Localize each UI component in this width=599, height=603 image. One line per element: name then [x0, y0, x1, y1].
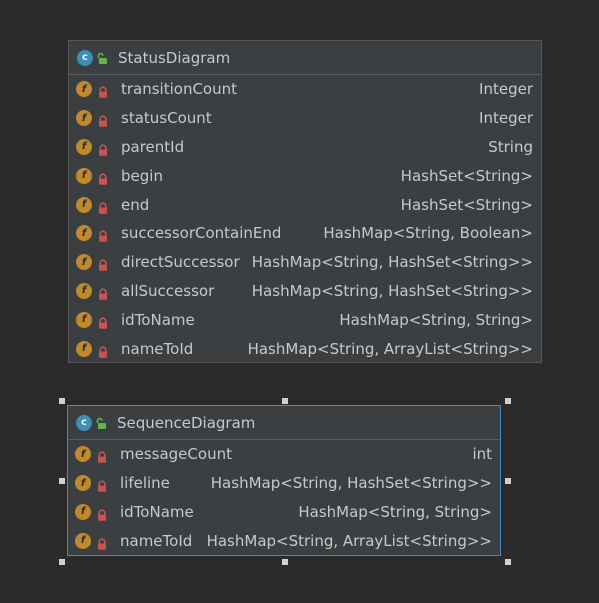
- lock-icon: [96, 535, 108, 550]
- field-name: parentId: [121, 137, 185, 156]
- lock-icon: [97, 112, 109, 127]
- class-icon: c: [77, 49, 93, 66]
- field-type: HashMap<String, HashSet<String>>: [210, 474, 492, 493]
- field-name: successorContainEnd: [121, 224, 282, 243]
- lock-icon: [97, 343, 109, 358]
- field-name: directSuccessor: [121, 253, 240, 272]
- lock-icon: [97, 256, 109, 271]
- resize-handle-bottom-right[interactable]: [505, 559, 511, 565]
- field-type: HashMap<String, Boolean>: [323, 224, 533, 243]
- field-row[interactable]: f allSuccessor HashMap<String, HashSet<Str…: [69, 277, 541, 306]
- resize-handle-top-right[interactable]: [505, 398, 511, 404]
- unlock-icon: [97, 52, 107, 64]
- field-type: int: [472, 445, 492, 464]
- field-icon: f: [75, 503, 91, 520]
- field-name: begin: [121, 166, 163, 185]
- field-name: nameToId: [121, 339, 194, 358]
- field-icon: f: [76, 138, 92, 155]
- lock-icon: [96, 477, 108, 492]
- field-row[interactable]: f messageCount int: [68, 440, 500, 469]
- field-name: allSuccessor: [121, 281, 215, 300]
- field-list: f transitionCount Integer f statusCount Integ…: [69, 75, 541, 363]
- field-type: HashSet<String>: [400, 166, 533, 185]
- field-icon: f: [76, 110, 92, 127]
- field-icon: f: [75, 446, 91, 463]
- resize-handle-right[interactable]: [505, 478, 511, 484]
- field-name: transitionCount: [121, 80, 238, 99]
- field-icon: f: [76, 196, 92, 213]
- resize-handle-bottom-left[interactable]: [59, 559, 65, 565]
- field-type: HashMap<String, HashSet<String>>: [251, 253, 533, 272]
- field-name: messageCount: [120, 445, 232, 464]
- sequence-diagram-class-box[interactable]: c SequenceDiagram f messageCount int f lifel…: [67, 405, 501, 556]
- field-type: HashMap<String, HashSet<String>>: [251, 281, 533, 300]
- field-name: idToName: [120, 502, 194, 521]
- field-name: nameToId: [120, 531, 193, 550]
- field-type: String: [488, 137, 533, 156]
- field-type: HashMap<String, ArrayList<String>>: [206, 531, 492, 550]
- resize-handle-top-left[interactable]: [59, 398, 65, 404]
- field-icon: f: [76, 254, 92, 271]
- field-list: f messageCount int f lifeline HashMap<String,…: [68, 440, 500, 555]
- class-name: StatusDiagram: [118, 48, 231, 67]
- field-row[interactable]: f successorContainEnd HashMap<String, Bool…: [69, 219, 541, 248]
- lock-icon: [97, 314, 109, 329]
- field-row[interactable]: f begin HashSet<String>: [69, 161, 541, 190]
- field-type: Integer: [479, 109, 533, 128]
- field-row[interactable]: f parentId String: [69, 133, 541, 162]
- lock-icon: [97, 227, 109, 243]
- resize-handle-bottom[interactable]: [282, 559, 288, 565]
- lock-icon: [97, 285, 109, 300]
- lock-icon: [96, 448, 108, 464]
- field-type: HashMap<String, String>: [339, 310, 533, 329]
- lock-icon: [97, 141, 109, 156]
- field-row[interactable]: f statusCount Integer: [69, 104, 541, 133]
- field-row[interactable]: f end HashSet<String>: [69, 190, 541, 219]
- field-icon: f: [76, 167, 92, 184]
- class-icon: c: [76, 414, 92, 431]
- field-type: HashMap<String, ArrayList<String>>: [247, 339, 533, 358]
- resize-handle-top[interactable]: [282, 398, 288, 404]
- class-header[interactable]: c StatusDiagram: [69, 41, 541, 75]
- field-name: end: [121, 195, 150, 214]
- field-icon: f: [76, 340, 92, 357]
- field-row[interactable]: f directSuccessor HashMap<String, HashSet<…: [69, 248, 541, 277]
- lock-icon: [97, 83, 109, 99]
- field-type: HashMap<String, String>: [298, 502, 492, 521]
- lock-icon: [97, 170, 109, 185]
- field-row[interactable]: f lifeline HashMap<String, HashSet<String>…: [68, 469, 500, 498]
- field-type: Integer: [479, 80, 533, 99]
- field-row[interactable]: f nameToId HashMap<String, ArrayList<Strin…: [69, 334, 541, 363]
- field-type: HashSet<String>: [400, 195, 533, 214]
- lock-icon: [97, 199, 109, 214]
- lock-icon: [96, 506, 108, 521]
- field-icon: f: [76, 311, 92, 328]
- field-row[interactable]: f transitionCount Integer: [69, 75, 541, 104]
- resize-handle-left[interactable]: [59, 478, 65, 484]
- unlock-icon: [96, 417, 106, 429]
- field-icon: f: [76, 282, 92, 299]
- field-icon: f: [75, 532, 91, 549]
- field-row[interactable]: f nameToId HashMap<String, ArrayList<Strin…: [68, 526, 500, 555]
- field-name: lifeline: [120, 474, 170, 493]
- class-header[interactable]: c SequenceDiagram: [68, 406, 500, 440]
- field-icon: f: [76, 225, 92, 242]
- field-row[interactable]: f idToName HashMap<String, String>: [69, 305, 541, 334]
- status-diagram-class-box[interactable]: c StatusDiagram f transitionCount Integer f…: [68, 40, 542, 363]
- field-row[interactable]: f idToName HashMap<String, String>: [68, 498, 500, 527]
- field-name: statusCount: [121, 109, 212, 128]
- field-name: idToName: [121, 310, 195, 329]
- field-icon: f: [76, 81, 92, 98]
- class-name: SequenceDiagram: [117, 413, 256, 432]
- field-icon: f: [75, 475, 91, 492]
